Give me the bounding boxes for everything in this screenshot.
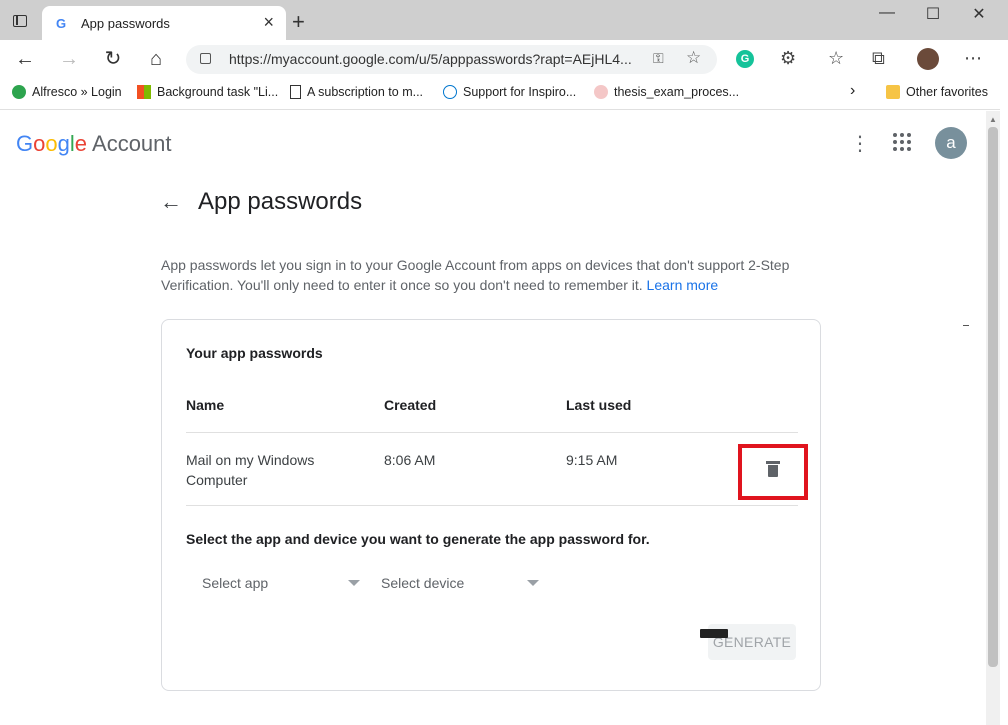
page-description: App passwords let you sign in to your Go… (161, 255, 821, 295)
scrollbar-thumb[interactable] (988, 127, 998, 667)
windows-logo-icon (137, 85, 151, 99)
card-title: Your app passwords (186, 345, 323, 361)
key-icon[interactable]: ⚿ (653, 50, 664, 67)
bookmark-item[interactable]: Alfresco » Login (12, 85, 122, 99)
select-device-dropdown[interactable]: Select device (381, 566, 541, 602)
cursor-overlay (700, 629, 728, 638)
bookmark-label: A subscription to m... (307, 85, 424, 99)
select-heading: Select the app and device you want to ge… (186, 531, 650, 547)
google-wordmark: G (16, 131, 34, 156)
bookmark-label: Support for Inspiro... (463, 85, 577, 99)
divider (186, 505, 798, 506)
google-account-logo[interactable]: Google Account (16, 131, 172, 157)
bookmark-item[interactable]: thesis_exam_proces... (594, 85, 739, 99)
maximize-icon[interactable]: ☐ (910, 4, 956, 26)
bookmark-label: thesis_exam_proces... (614, 85, 740, 99)
row-app-name: Mail on my Windows Computer (186, 452, 315, 488)
extensions-icon[interactable]: ⚙ (780, 48, 796, 69)
column-header-last-used: Last used (566, 397, 632, 413)
dropdown-arrow-icon (527, 580, 539, 586)
other-favorites[interactable]: Other favorites (886, 85, 988, 99)
tab-title: App passwords (81, 16, 170, 31)
google-wordmark: g (57, 131, 70, 156)
select-app-dropdown[interactable]: Select app (202, 566, 362, 602)
lock-icon[interactable] (200, 53, 211, 64)
favorites-icon[interactable]: ☆ (828, 48, 844, 69)
column-header-name: Name (186, 397, 225, 413)
row-created: 8:06 AM (384, 452, 436, 468)
page-content: Google Account ⋮ a ← App passwords App pa… (0, 111, 986, 725)
folder-icon (886, 85, 900, 99)
page-title: App passwords (198, 188, 363, 215)
dell-icon (443, 85, 457, 99)
refresh-icon[interactable]: ↻ (101, 48, 125, 72)
google-apps-icon[interactable] (893, 133, 911, 151)
profile-avatar[interactable] (917, 48, 939, 70)
page-scrollbar[interactable]: ▲ (986, 111, 1000, 725)
dropdown-arrow-icon (348, 580, 360, 586)
divider (186, 432, 798, 433)
account-avatar[interactable]: a (935, 127, 967, 159)
learn-more-link[interactable]: Learn more (647, 277, 719, 293)
bookmarks-bar: Alfresco » Login Background task "Li... … (0, 78, 1008, 110)
back-icon[interactable]: ← (13, 48, 37, 72)
browser-toolbar: ← → ↻ ⌂ https://myaccount.google.com/u/5… (0, 40, 1008, 78)
more-options-icon[interactable]: ⋮ (850, 131, 870, 156)
column-header-created: Created (384, 397, 437, 413)
highlight-box (738, 444, 808, 500)
select-app-label: Select app (202, 575, 269, 591)
other-favorites-label: Other favorites (906, 85, 988, 99)
bookmark-label: Alfresco » Login (32, 85, 122, 99)
new-tab-icon[interactable]: + (292, 9, 305, 35)
close-tab-icon[interactable]: × (263, 12, 274, 33)
url-text[interactable]: https://myaccount.google.com/u/5/apppass… (229, 51, 632, 67)
minimize-icon[interactable]: — (864, 4, 910, 26)
google-wordmark: o (45, 131, 58, 156)
address-bar[interactable]: https://myaccount.google.com/u/5/apppass… (186, 45, 717, 74)
select-device-label: Select device (381, 575, 465, 591)
back-arrow-icon[interactable]: ← (160, 189, 182, 215)
bookmark-label: Background task "Li... (157, 85, 279, 99)
app-passwords-card: Your app passwords Name Created Last use… (161, 319, 821, 691)
account-wordmark: Account (92, 131, 172, 156)
forward-icon[interactable]: → (57, 48, 81, 72)
window-edge (1000, 40, 1008, 725)
tab-actions-icon[interactable] (13, 15, 27, 27)
bookmark-item[interactable]: A subscription to m... (290, 85, 423, 99)
delete-trash-icon[interactable] (766, 461, 780, 477)
browser-titlebar: G App passwords × + — ☐ ✕ (0, 0, 1008, 40)
browser-tab[interactable]: G App passwords × (42, 6, 286, 40)
document-icon (290, 85, 301, 99)
google-favicon-icon: G (56, 16, 67, 31)
alfresco-icon (12, 85, 26, 99)
more-bookmarks-icon[interactable]: › (850, 82, 855, 100)
bookmark-item[interactable]: Background task "Li... (137, 85, 278, 99)
collections-icon[interactable]: ⧉ (872, 48, 885, 69)
more-menu-icon[interactable]: ⋯ (964, 48, 982, 69)
divider (963, 325, 969, 326)
add-favorite-icon[interactable]: ☆ (686, 48, 701, 68)
bookmark-icon (594, 85, 608, 99)
bookmark-item[interactable]: Support for Inspiro... (443, 85, 576, 99)
google-wordmark: e (74, 131, 88, 156)
grammarly-extension-icon[interactable]: G (736, 50, 754, 68)
home-icon[interactable]: ⌂ (144, 48, 168, 72)
close-window-icon[interactable]: ✕ (956, 4, 1002, 26)
google-wordmark: o (33, 131, 46, 156)
scroll-up-icon[interactable]: ▲ (989, 115, 997, 124)
row-last-used: 9:15 AM (566, 452, 618, 468)
